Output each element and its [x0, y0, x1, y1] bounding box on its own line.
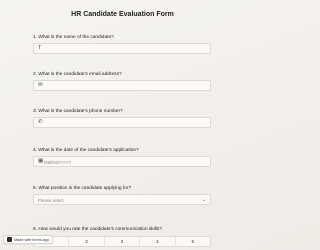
candidate-name-input[interactable]: T [33, 43, 211, 54]
form-title: HR Candidate Evaluation Form [71, 11, 174, 18]
rating-option-2[interactable]: 2 [69, 237, 105, 246]
question-label: 4. What is the date of the candidate's a… [33, 148, 139, 153]
question-label: 6. How would you rate the candidate's co… [33, 227, 162, 232]
email-input[interactable]: ✉ [33, 80, 211, 91]
date-placeholder: MM/DD/YYYY [44, 159, 72, 165]
forms-app-badge[interactable]: Made with forms.app [3, 235, 54, 244]
rating-option-5[interactable]: 5 [176, 237, 210, 246]
badge-label: Made with forms.app [14, 237, 50, 242]
mail-icon: ✉ [38, 82, 43, 88]
rating-scale: 1 2 3 4 5 [33, 236, 211, 247]
phone-icon: ✆ [38, 119, 43, 125]
position-select[interactable]: Please select ⌄ [33, 194, 211, 205]
forms-app-logo-icon [7, 237, 12, 242]
text-icon: T [38, 45, 42, 51]
question-application-date: 4. What is the date of the candidate's a… [33, 148, 211, 167]
question-label: 2. What is the candidate's email address… [33, 72, 122, 77]
chevron-down-icon: ⌄ [201, 196, 206, 203]
position-placeholder: Please select [38, 197, 64, 203]
question-label: 1. What is the name of the candidate? [33, 35, 114, 40]
question-candidate-name: 1. What is the name of the candidate? T [33, 35, 211, 54]
question-label: 5. What position is the candidate applyi… [33, 186, 132, 191]
question-phone: 3. What is the candidate's phone number?… [33, 109, 211, 128]
question-label: 3. What is the candidate's phone number? [33, 109, 123, 114]
question-position: 5. What position is the candidate applyi… [33, 186, 211, 205]
date-input[interactable]: ▦ MM/DD/YYYY [33, 156, 211, 167]
phone-input[interactable]: ✆ [33, 117, 211, 128]
rating-option-4[interactable]: 4 [140, 237, 176, 246]
rating-option-3[interactable]: 3 [105, 237, 141, 246]
question-communication-rating: 6. How would you rate the candidate's co… [33, 227, 211, 247]
calendar-icon: ▦ [38, 158, 44, 164]
question-email: 2. What is the candidate's email address… [33, 72, 211, 91]
